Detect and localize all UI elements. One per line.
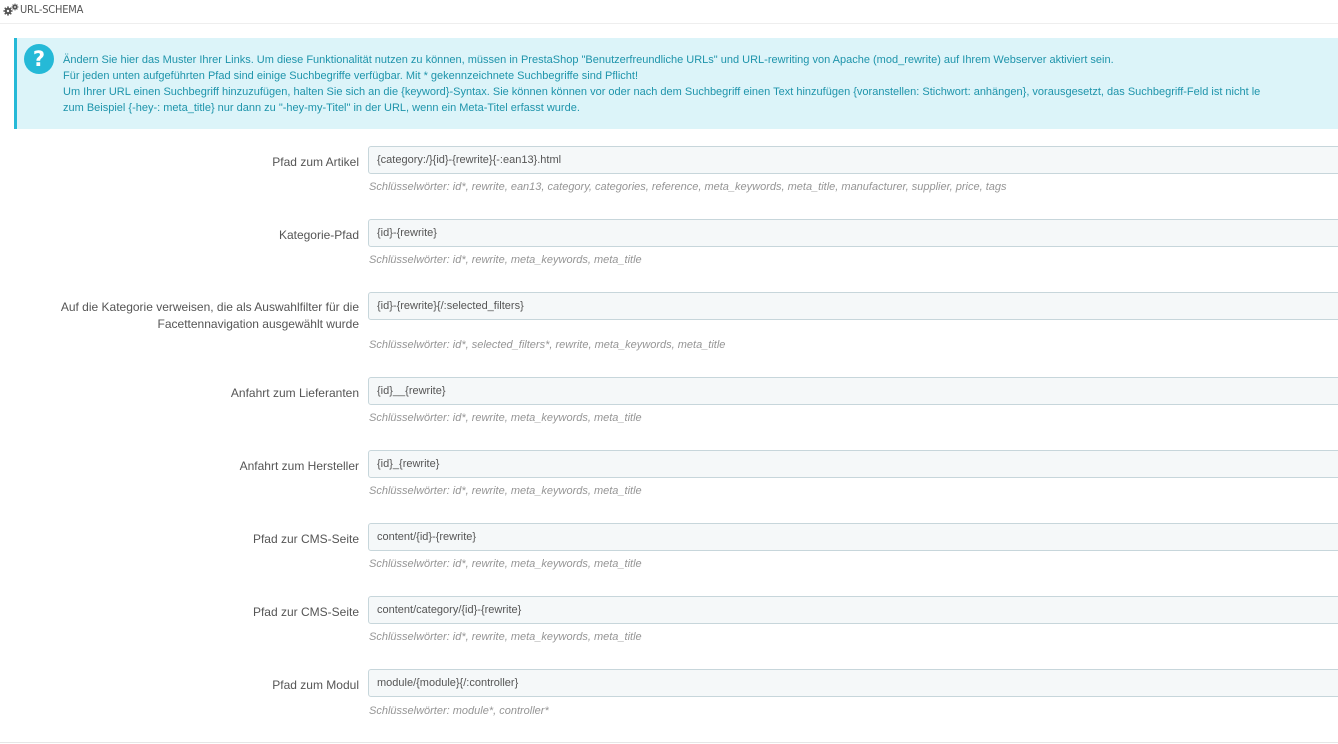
question-icon: ? <box>24 44 54 74</box>
field-label: Pfad zur CMS-Seite <box>252 605 359 619</box>
field-hint: Schlüsselwörter: module*, controller* <box>369 705 549 717</box>
field-hint: Schlüsselwörter: id*, rewrite, meta_keyw… <box>369 412 642 424</box>
field-label: Pfad zum Modul <box>272 678 359 692</box>
panel-heading: URL-SCHEMA <box>0 0 1338 24</box>
cogs-icon <box>3 3 19 16</box>
field-hint: Schlüsselwörter: id*, rewrite, meta_keyw… <box>369 558 642 570</box>
info-alert: ? Ändern Sie hier das Muster Ihrer Links… <box>14 38 1338 129</box>
field-label: Pfad zur CMS-Seite <box>252 532 359 546</box>
field-hint: Schlüsselwörter: id*, rewrite, meta_keyw… <box>369 631 642 643</box>
alert-line: zum Beispiel {-hey-: meta_title} nur dan… <box>63 102 580 114</box>
field-hint: Schlüsselwörter: id*, rewrite, ean13, ca… <box>369 181 1007 193</box>
panel-divider <box>0 742 1338 743</box>
product-path-input[interactable] <box>368 146 1338 174</box>
field-label: Anfahrt zum Hersteller <box>239 459 359 473</box>
alert-text: Ändern Sie hier das Muster Ihrer Links. … <box>63 52 1338 116</box>
alert-line: Ändern Sie hier das Muster Ihrer Links. … <box>63 54 1114 66</box>
alert-line: Für jeden unten aufgeführten Pfad sind e… <box>63 70 639 82</box>
field-label: Auf die Kategorie verweisen, die als Aus… <box>60 300 359 331</box>
module-path-input[interactable] <box>368 669 1338 697</box>
manufacturer-path-input[interactable] <box>368 450 1338 478</box>
field-hint: Schlüsselwörter: id*, rewrite, meta_keyw… <box>369 254 642 266</box>
field-label: Pfad zum Artikel <box>272 155 359 169</box>
category-path-input[interactable] <box>368 219 1338 247</box>
field-label: Kategorie-Pfad <box>278 228 359 242</box>
field-label: Anfahrt zum Lieferanten <box>230 386 359 400</box>
field-hint: Schlüsselwörter: id*, selected_filters*,… <box>369 339 726 351</box>
supplier-path-input[interactable] <box>368 377 1338 405</box>
panel-title: URL-SCHEMA <box>20 3 84 16</box>
layered-category-path-input[interactable] <box>368 292 1338 320</box>
cms-category-path-input[interactable] <box>368 596 1338 624</box>
alert-line: Um Ihrer URL einen Suchbegriff hinzuzufü… <box>63 86 1261 98</box>
cms-path-input[interactable] <box>368 523 1338 551</box>
field-hint: Schlüsselwörter: id*, rewrite, meta_keyw… <box>369 485 642 497</box>
